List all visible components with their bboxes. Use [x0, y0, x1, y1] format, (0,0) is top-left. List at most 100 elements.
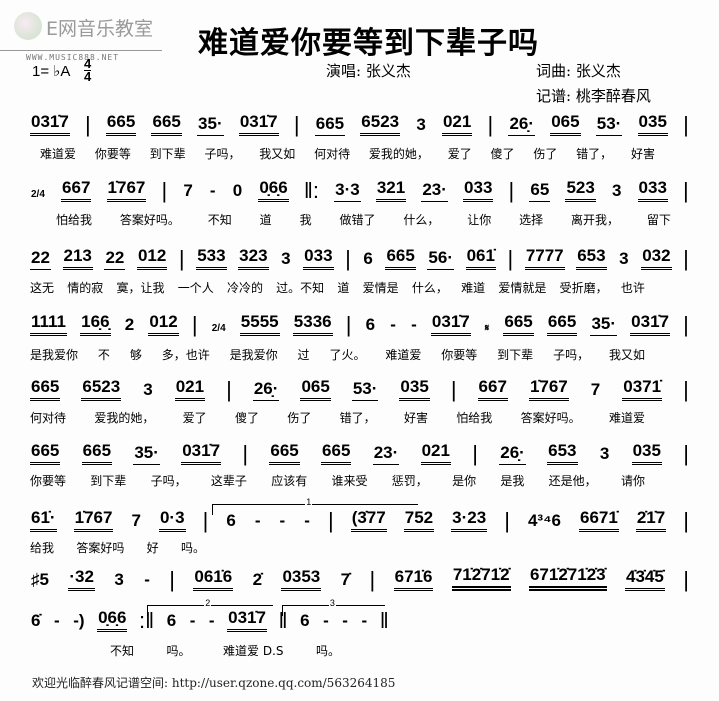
note-group: 0·3 [158, 509, 186, 532]
note-group: 6671̇ [578, 509, 619, 532]
lyric: 情的寂 [67, 281, 104, 295]
lyric: 答案好吗 [76, 541, 125, 555]
notation-line: 1111 16̣6̣ 2 012 | 2/4 5555 5336 | 6- -031̇7 𝄋 665 66… [30, 310, 689, 336]
note-group: 3 [611, 181, 622, 200]
note-group: 26̣· [252, 380, 280, 401]
lyric: 难道爱 [385, 348, 422, 362]
note-group: 6523 [81, 378, 122, 401]
lyric: 是我爱你 [229, 348, 278, 362]
lyric: 子吗， [553, 348, 590, 362]
lyric: 做错了 [339, 213, 376, 227]
note-group: 35· [133, 444, 160, 465]
lyric: 多，也许 [161, 348, 210, 362]
note-group: 3 [416, 115, 426, 134]
lyric: 是我爱你 [30, 348, 79, 362]
note-group: 1111 [30, 313, 68, 336]
lyric: 过 [297, 348, 310, 362]
barline: | [683, 112, 689, 137]
lyric: 吗。 [315, 644, 340, 658]
note-group: 65 [529, 181, 551, 202]
barline: | [683, 246, 689, 271]
note-group: 35· [590, 315, 618, 336]
note-group: 665 [30, 378, 61, 401]
note-group: 667 [477, 378, 508, 401]
lyric: 是你 [452, 474, 477, 488]
lyrics-line: 给我 答案好吗 好 吗。 [30, 539, 205, 556]
lyric: 到下辈 [497, 348, 534, 362]
note-group: 667 [61, 179, 92, 202]
note-group: 031̇7 [430, 313, 471, 336]
lyric: 爱了 [447, 147, 472, 161]
barline: | [345, 246, 351, 271]
lyric: 子吗， [150, 474, 187, 488]
note-group: 021 [174, 378, 206, 401]
note-group: 665 [81, 442, 113, 465]
composer: 词曲: 张义杰 [536, 62, 621, 80]
lyric: 爱了 [182, 411, 207, 425]
note-group: 7 [131, 511, 141, 530]
barline: | [191, 312, 198, 337]
lyric: 错了， [576, 147, 613, 161]
lyric: 吗。 [180, 541, 205, 555]
note-group: 665 [151, 113, 182, 136]
lyric: 道 [259, 213, 272, 227]
lyrics-line: 怕给我 答案好吗。 不知 道 我 做错了 什么， 让你 选择 离开我， 留下 [56, 211, 671, 228]
lyric: 到下辈 [90, 474, 127, 488]
volta-2: 2 [147, 598, 273, 616]
barline: | [161, 178, 168, 203]
note-group: 012 [148, 313, 179, 336]
note-group: 665 [503, 313, 534, 336]
lyric: 爱情是 [362, 281, 399, 295]
note-group: 653 [576, 247, 607, 270]
note-group: 061̇ [465, 247, 496, 270]
note-group: 061̇6 [193, 568, 234, 591]
lyric: 这无 [30, 281, 55, 295]
note-group: 035 [631, 442, 662, 465]
note-group: 2̇ [252, 570, 263, 589]
lyric: 是我 [500, 474, 525, 488]
note-group: 665 [105, 113, 137, 136]
notation-line: ♯5·32 3- | 061̇6 2̇ 0353 7̇ | 671̇6 71̇2̇71̇2̇ 671… [30, 565, 689, 591]
note-group: 6̇ [31, 611, 41, 630]
lyric: 请你 [620, 474, 645, 488]
lyrics-line: 难道爱 你要等 到下辈 子吗， 我又如 何对待 爱我的她， 爱了 傻了 伤了 错了， 好害 [40, 145, 655, 162]
logo-text: E网音乐教室 [46, 18, 154, 40]
lyric: 够 [129, 348, 142, 362]
lyric: 爱情就是 [498, 281, 547, 295]
lyric: 我又如 [259, 147, 296, 161]
note-group: 4̇3̇4̇5̇ [625, 568, 665, 591]
song-title: 难道爱你要等到下辈子吗 [198, 26, 539, 61]
lyric: 还是他， [548, 474, 597, 488]
note-group: 1̇767 [106, 179, 147, 202]
note-group: 3 [143, 380, 153, 399]
note-group: 4³⁴6 [527, 511, 561, 530]
lyric: 我又如 [608, 348, 645, 362]
note-group: - [390, 315, 396, 334]
lyric: 何对待 [314, 147, 351, 161]
lyric: 让你 [467, 213, 492, 227]
note-group: 3 [599, 444, 610, 463]
lyric: 怕给我 [56, 213, 93, 227]
lyric: 傻了 [234, 411, 259, 425]
lyric: 留下 [646, 213, 671, 227]
note-group: 035 [637, 113, 668, 136]
volta-3: 3 [282, 598, 385, 616]
note-group: 065 [550, 113, 581, 136]
note-group: 7̇ [340, 570, 351, 589]
note-group: 533 [196, 247, 227, 270]
lyric: 给我 [30, 541, 55, 555]
note-group: 5555 [239, 313, 280, 336]
barline: | [178, 246, 185, 271]
barline: | [450, 377, 457, 402]
lyrics-line: 不知 吗。 难道爱 D.S 吗。 [110, 642, 340, 659]
lyric: 伤了 [533, 147, 558, 161]
transcriber: 记谱: 桃李醉春风 [536, 87, 651, 105]
note-group: 71̇2̇71̇2̇ [451, 566, 511, 591]
note-group: 5336 [292, 313, 333, 336]
lyric: 错了， [339, 411, 376, 425]
note-group: 323 [238, 247, 269, 270]
lyric: 不知 [110, 644, 135, 658]
lyric: 谁来受 [331, 474, 368, 488]
note-group: 012 [136, 247, 168, 270]
note-group: - [279, 511, 286, 530]
